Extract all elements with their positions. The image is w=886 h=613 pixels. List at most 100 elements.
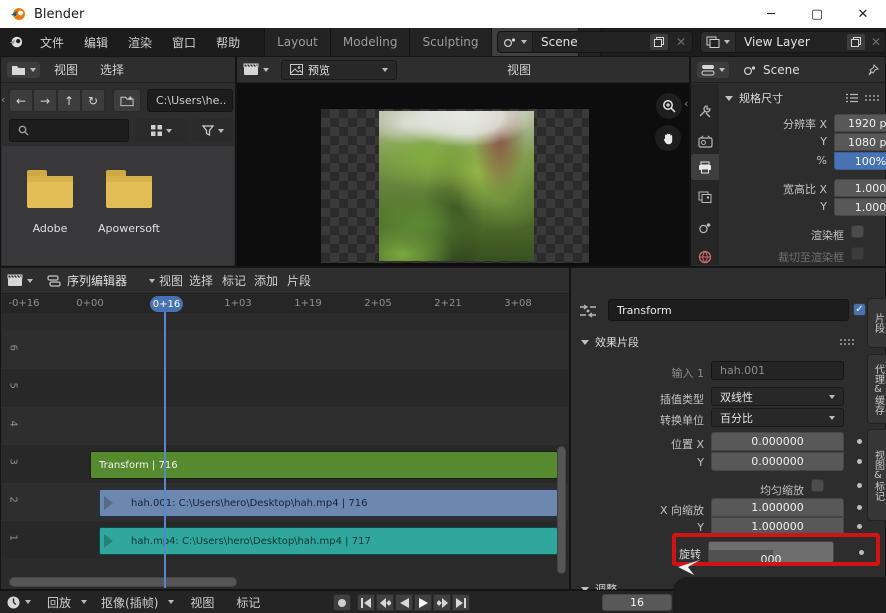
animate-dot-icon[interactable] — [857, 483, 862, 488]
animate-dot-icon[interactable] — [857, 459, 862, 464]
effect-strip-panel-header[interactable]: 效果片段 — [581, 334, 855, 350]
seq-menu-marker[interactable]: 标记 — [216, 272, 252, 289]
list-item[interactable]: Apowersoft — [94, 168, 164, 235]
prev-keyframe-button[interactable] — [376, 594, 394, 611]
strip-handle-icon[interactable] — [104, 496, 113, 510]
view-layer-selector[interactable]: View Layer ✕ — [700, 31, 886, 53]
menu-edit[interactable]: 编辑 — [78, 34, 114, 51]
tl-menu-playback[interactable]: 回放 — [41, 594, 77, 611]
presets-list-icon[interactable] — [846, 93, 858, 103]
tl-menu-keying[interactable]: 抠像(插帧) — [95, 594, 164, 611]
play-reverse-button[interactable] — [395, 594, 413, 611]
new-view-layer-icon[interactable] — [847, 34, 865, 50]
editor-type-file-browser[interactable] — [7, 62, 40, 78]
scene-selector[interactable]: Scene ✕ — [497, 31, 693, 53]
position-y-field[interactable]: 0.000000 — [711, 452, 844, 471]
pin-icon[interactable] — [867, 64, 879, 76]
seq-menu-add[interactable]: 添加 — [248, 272, 284, 289]
editor-type-properties[interactable] — [697, 62, 729, 78]
tl-menu-marker[interactable]: 标记 — [230, 594, 266, 611]
panel-grip-icon[interactable] — [839, 338, 855, 346]
menu-file[interactable]: 文件 — [34, 34, 70, 51]
tab-output[interactable] — [691, 154, 719, 180]
editor-type-preview[interactable] — [243, 63, 269, 76]
strip-movie-hah001[interactable]: hah.001: C:\Users\hero\Desktop\hah.mp4 |… — [99, 489, 558, 517]
playhead[interactable] — [164, 312, 166, 588]
auto-keying-button[interactable] — [333, 594, 351, 611]
preview-menu-view[interactable]: 视图 — [501, 61, 537, 78]
scene-browse-button[interactable] — [498, 32, 533, 52]
search-input[interactable] — [9, 119, 129, 142]
fb-menu-select[interactable]: 选择 — [94, 61, 130, 78]
strip-transform[interactable]: Transform | 716 — [90, 451, 558, 479]
current-frame-badge[interactable]: 0+16 — [150, 296, 183, 312]
animate-dot-icon[interactable] — [857, 524, 862, 529]
strip-handle-icon[interactable] — [104, 534, 113, 548]
strip-name-field[interactable]: Transform — [608, 299, 849, 321]
resolution-percent-field[interactable]: 100% — [834, 152, 886, 170]
position-x-field[interactable]: 0.000000 — [711, 432, 844, 451]
strip-mute-checkbox[interactable]: ✓ — [853, 303, 866, 316]
crop-to-region-checkbox[interactable] — [851, 247, 864, 260]
animate-dot-icon[interactable] — [857, 439, 862, 444]
back-icon[interactable]: ← — [9, 89, 33, 112]
play-button[interactable] — [414, 594, 432, 611]
resolution-x-field[interactable]: 1920 px — [834, 114, 886, 132]
input1-field[interactable]: hah.001 — [711, 361, 844, 380]
horizontal-scrollbar[interactable] — [9, 577, 237, 587]
sidebar-tab-proxy[interactable]: 代理&缓存 — [867, 354, 886, 424]
animate-dot-icon[interactable] — [857, 505, 862, 510]
aspect-y-field[interactable]: 1.000 — [834, 198, 886, 216]
editor-type-sequencer[interactable] — [7, 274, 33, 287]
translation-unit-dropdown[interactable]: 百分比 — [711, 408, 844, 427]
filter-button[interactable] — [193, 119, 233, 142]
new-folder-icon[interactable] — [113, 89, 141, 112]
next-keyframe-button[interactable] — [433, 594, 451, 611]
render-region-checkbox[interactable] — [851, 225, 864, 238]
path-field[interactable]: C:\Users\he.. — [147, 89, 233, 112]
pan-hand-button[interactable] — [655, 125, 681, 151]
aspect-x-field[interactable]: 1.000 — [834, 179, 886, 197]
close-button[interactable]: ✕ — [840, 0, 886, 28]
resolution-y-field[interactable]: 1080 px — [834, 133, 886, 151]
workspace-tab-modeling[interactable]: Modeling — [331, 28, 411, 56]
vertical-scrollbar[interactable] — [557, 446, 566, 574]
sidebar-toggle-icon[interactable]: ‹ — [684, 97, 688, 110]
tab-render[interactable] — [691, 128, 719, 154]
menu-window[interactable]: 窗口 — [166, 34, 202, 51]
region-toggle-icon[interactable]: ‹ — [1, 93, 5, 106]
menu-help[interactable]: 帮助 — [210, 34, 246, 51]
scale-x-field[interactable]: 1.000000 — [711, 498, 844, 517]
workspace-tab-sculpting[interactable]: Sculpting — [410, 28, 491, 56]
seq-menu-strip[interactable]: 片段 — [281, 272, 317, 289]
view-layer-name[interactable]: View Layer — [736, 35, 845, 49]
seq-menu-select[interactable]: 选择 — [183, 272, 219, 289]
panel-grip-icon[interactable] — [864, 94, 880, 102]
tl-menu-view[interactable]: 视图 — [184, 594, 220, 611]
current-frame-field[interactable]: 16 — [602, 594, 672, 611]
tab-view-layer[interactable] — [691, 184, 719, 210]
preview-display-mode-dropdown[interactable]: 预览 — [281, 60, 397, 80]
uniform-scale-checkbox[interactable] — [811, 479, 824, 492]
list-item[interactable]: Adobe — [20, 168, 80, 235]
scene-name[interactable]: Scene — [533, 35, 648, 49]
view-layer-browse-button[interactable] — [701, 32, 736, 52]
tab-tool[interactable] — [691, 98, 719, 124]
jump-to-start-button[interactable] — [357, 594, 375, 611]
jump-to-end-button[interactable] — [452, 594, 470, 611]
timeline-ruler[interactable]: -0+16 0+00 1+03 1+19 2+05 2+21 3+08 — [2, 295, 568, 313]
parent-dir-icon[interactable]: ↑ — [57, 89, 81, 112]
interpolation-dropdown[interactable]: 双线性 — [711, 387, 844, 406]
refresh-icon[interactable]: ↻ — [81, 89, 105, 112]
maximize-button[interactable]: ▢ — [794, 0, 840, 28]
workspace-tab-layout[interactable]: Layout — [265, 28, 331, 56]
minimize-button[interactable]: ─ — [748, 0, 794, 28]
new-scene-icon[interactable] — [650, 34, 668, 50]
sidebar-tab-view[interactable]: 视图&标记 — [867, 429, 886, 521]
dimensions-panel-header[interactable]: 规格尺寸 — [725, 90, 880, 106]
display-mode-button[interactable] — [135, 119, 187, 142]
remove-view-layer-icon[interactable]: ✕ — [867, 35, 885, 49]
sidebar-tab-strip[interactable]: 片段 — [867, 298, 886, 348]
unlink-scene-icon[interactable]: ✕ — [670, 35, 692, 49]
blender-menu-logo-icon[interactable] — [8, 35, 24, 49]
